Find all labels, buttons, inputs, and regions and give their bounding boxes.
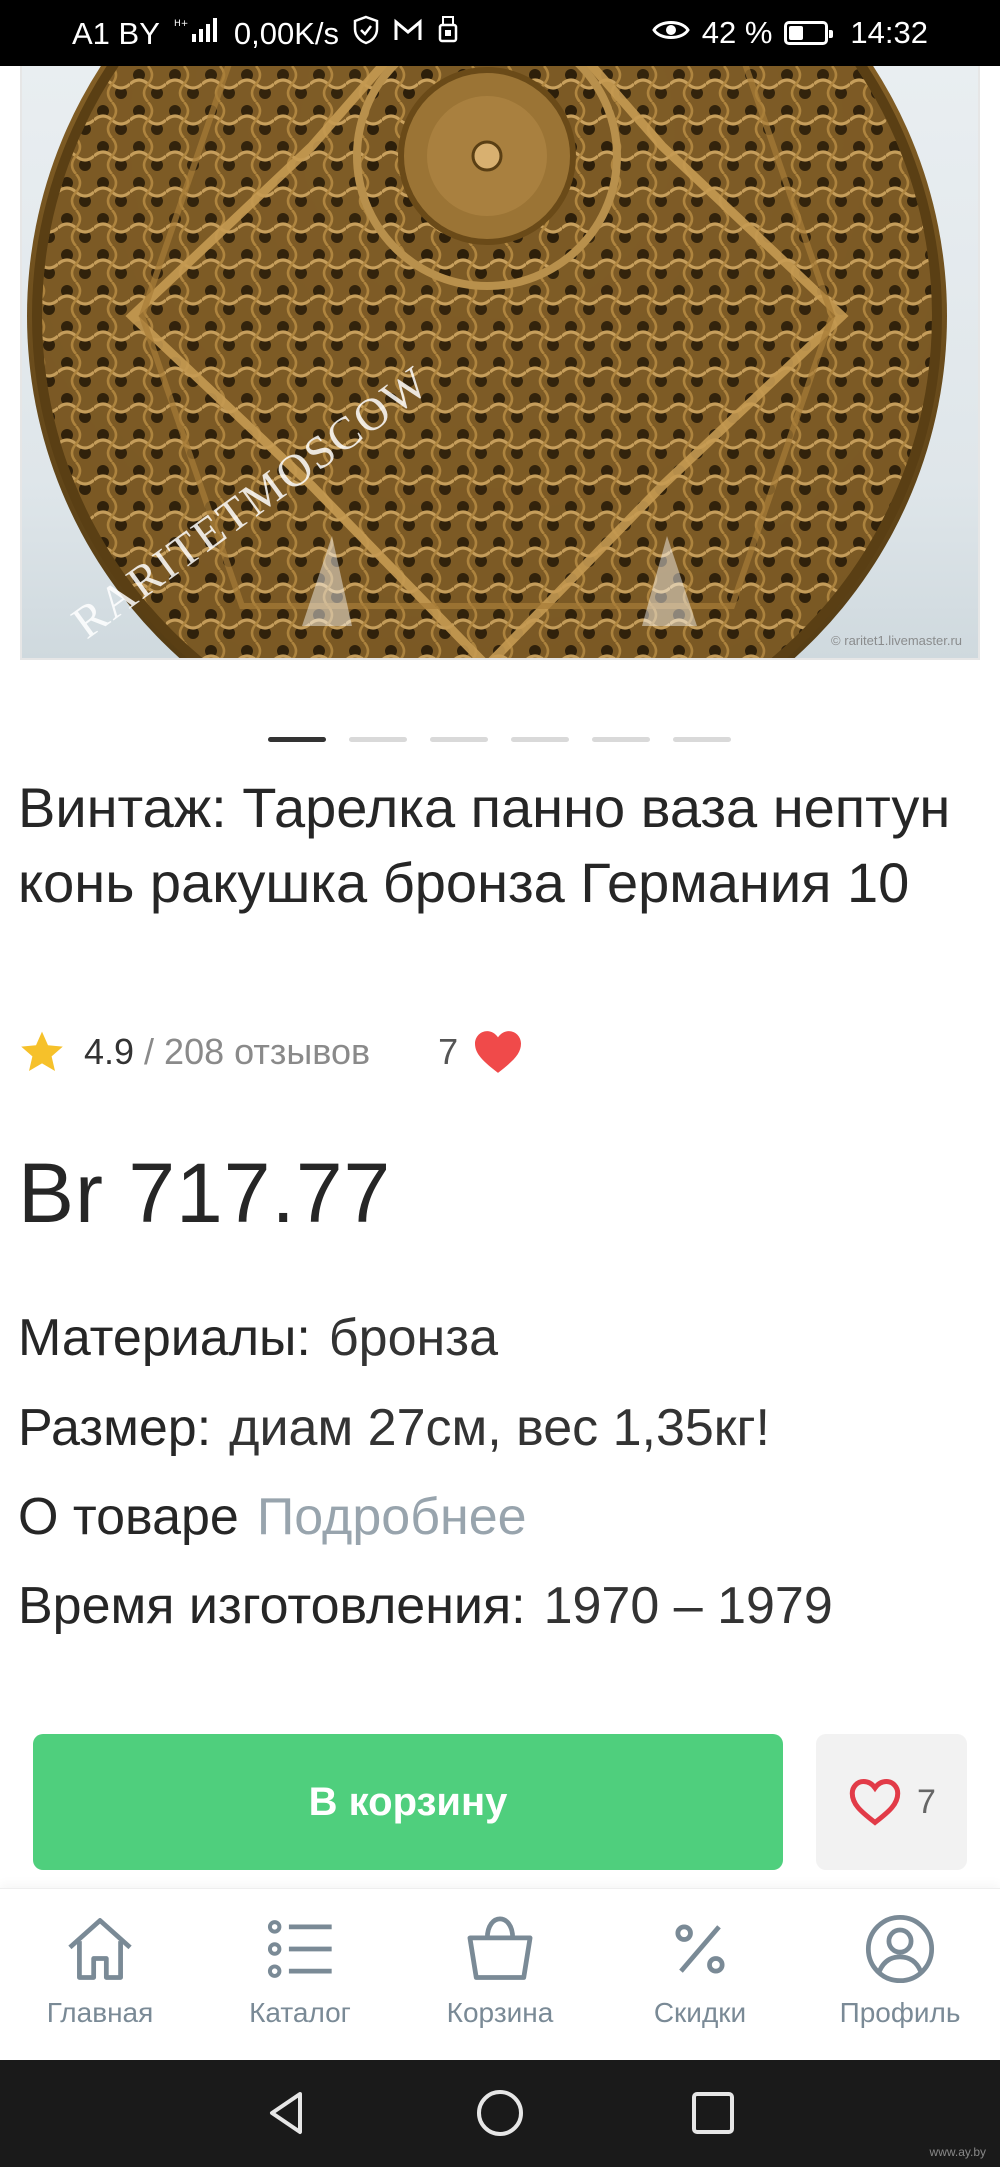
attribute-materials: Материалы: бронза — [18, 1306, 498, 1370]
about-label: О товаре — [18, 1488, 239, 1546]
status-right: 42 % 14:32 — [651, 15, 928, 51]
carousel-dot[interactable] — [268, 737, 326, 742]
attribute-about: О товаре Подробнее — [18, 1485, 527, 1549]
attribute-size: Размер: диам 27см, вес 1,35кг! — [18, 1396, 770, 1460]
site-watermark: www.ay.by — [929, 2145, 986, 2159]
svg-text:H+: H+ — [174, 19, 188, 29]
carousel-dot[interactable] — [430, 737, 488, 742]
carousel-indicator[interactable] — [268, 737, 731, 742]
time-value: 1970 – 1979 — [543, 1577, 833, 1635]
nav-item-catalog[interactable]: Каталог — [200, 1889, 400, 2060]
home-circle-icon[interactable] — [475, 2088, 525, 2138]
recent-apps-icon[interactable] — [688, 2088, 738, 2138]
star-icon — [21, 1031, 63, 1071]
profile-icon — [865, 1914, 935, 1984]
carrier-name: A1 BY — [72, 16, 160, 51]
signal-icon: H+ — [174, 16, 220, 52]
favorite-button[interactable]: 7 — [816, 1734, 967, 1870]
mail-icon — [393, 16, 423, 52]
attribute-production-time: Время изготовления: 1970 – 1979 — [18, 1574, 918, 1638]
details-link[interactable]: Подробнее — [257, 1488, 527, 1546]
product-price: Br 717.77 — [18, 1146, 392, 1240]
size-value: диам 27см, вес 1,35кг! — [229, 1399, 770, 1457]
nav-label-profile: Профиль — [839, 1997, 961, 2028]
percent-icon — [675, 1924, 725, 1974]
add-to-cart-label: В корзину — [308, 1779, 508, 1824]
app-screen: A1 BY H+ 0,00K/s 42 % 14:32 RARITETMOSCO… — [0, 0, 1000, 2167]
carousel-dot[interactable] — [673, 737, 731, 742]
rating-value: 4.9 — [84, 1031, 135, 1072]
nav-label-catalog: Каталог — [249, 1997, 351, 2028]
size-label: Размер: — [18, 1399, 212, 1457]
nav-item-home[interactable]: Главная — [0, 1889, 200, 2060]
reviews-link[interactable]: / 208 отзывов — [144, 1031, 370, 1073]
nav-label-cart: Корзина — [446, 1997, 554, 2028]
usb-icon — [437, 15, 459, 53]
eye-icon — [651, 15, 690, 51]
status-bar: A1 BY H+ 0,00K/s 42 % 14:32 — [0, 0, 1000, 66]
carousel-dot[interactable] — [511, 737, 569, 742]
time-label: Время изготовления: — [18, 1577, 526, 1635]
favorite-count: 7 — [917, 1782, 936, 1821]
list-icon — [267, 1920, 332, 1978]
nav-item-cart[interactable]: Корзина — [400, 1889, 600, 2060]
home-icon — [68, 1918, 132, 1980]
nav-label-discounts: Скидки — [653, 1997, 747, 2028]
battery-level — [789, 26, 804, 40]
carousel-dot[interactable] — [592, 737, 650, 742]
battery-percent: 42 % — [701, 15, 773, 50]
product-title: Винтаж: Тарелка панно ваза нептун конь р… — [18, 776, 951, 914]
clock: 14:32 — [850, 15, 928, 50]
net-speed: 0,00K/s — [233, 16, 340, 51]
back-icon[interactable] — [262, 2088, 312, 2138]
image-credit: © raritet1.livemaster.ru — [831, 633, 962, 648]
bottom-navigation: Главная Каталог Корзина Скидки Профиль — [0, 1888, 1000, 2060]
status-left: A1 BY H+ 0,00K/s — [72, 15, 459, 53]
carousel-dot[interactable] — [349, 737, 407, 742]
materials-label: Материалы: — [18, 1309, 311, 1367]
add-to-cart-button[interactable]: В корзину — [33, 1734, 783, 1870]
battery-icon — [784, 21, 834, 45]
materials-value: бронза — [328, 1309, 498, 1367]
heart-outline-icon — [849, 1779, 901, 1826]
basket-icon — [467, 1916, 533, 1980]
nav-item-discounts[interactable]: Скидки — [600, 1889, 800, 2060]
nav-label-home: Главная — [46, 1997, 154, 2028]
heart-icon[interactable] — [472, 1029, 524, 1075]
system-navigation-bar: www.ay.by — [0, 2060, 1000, 2167]
product-image[interactable]: RARITETMOSCOW © raritet1.livemaster.ru — [20, 66, 980, 660]
like-count: 7 — [438, 1031, 459, 1072]
shield-icon — [353, 15, 379, 53]
nav-item-profile[interactable]: Профиль — [800, 1889, 1000, 2060]
rating-row: 4.9 / 208 отзывов 7 — [18, 1025, 524, 1079]
